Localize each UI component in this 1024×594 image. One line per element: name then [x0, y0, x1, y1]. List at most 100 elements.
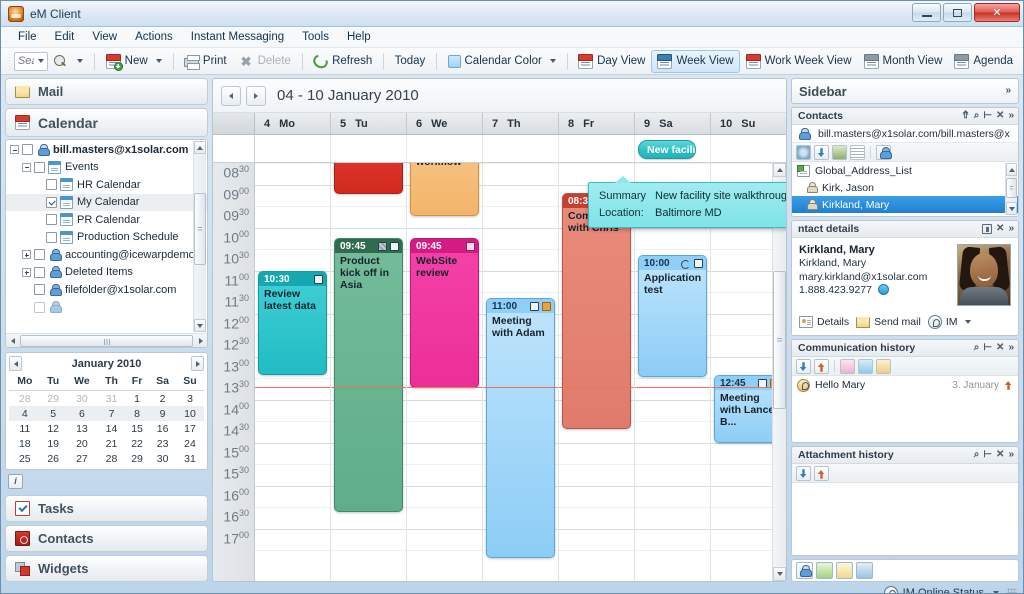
all-day-cell-sun[interactable]	[711, 135, 786, 162]
scroll-up-arrow-icon[interactable]	[1006, 163, 1017, 176]
close-icon[interactable]: ✕	[996, 111, 1004, 121]
mini-calendar-week-row[interactable]: 25 26 27 28 29 30 31	[9, 451, 204, 466]
all-day-cell-sat[interactable]: New facili...	[635, 135, 711, 162]
day-header-sun[interactable]: 10 Su	[711, 113, 786, 134]
new-chevron-down-icon[interactable]	[155, 59, 162, 63]
collapse-expander-icon[interactable]	[22, 162, 31, 172]
mini-calendar-week-row[interactable]: 28 29 30 31 1 2 3	[9, 391, 204, 407]
toolbar-grip[interactable]	[9, 52, 10, 70]
expand-expander-icon[interactable]	[22, 267, 31, 277]
mini-calendar-day[interactable]: 27	[66, 451, 98, 466]
all-day-cell-mon[interactable]	[255, 135, 331, 162]
calendar-color-button[interactable]: Calendar Color	[442, 51, 562, 72]
tree-checkbox[interactable]	[34, 284, 45, 296]
calendar-event[interactable]: 08:30Communication with Chris	[562, 193, 631, 429]
scroll-right-arrow-icon[interactable]	[194, 335, 207, 347]
mini-calendar-day[interactable]: 25	[9, 451, 41, 466]
nav-section-contacts[interactable]: Contacts	[5, 525, 208, 552]
contact-list-item-kirk-jason[interactable]: Kirk, Jason	[792, 179, 1018, 196]
close-icon[interactable]: ✕	[996, 343, 1004, 353]
menu-item-tools[interactable]: Tools	[293, 29, 338, 45]
list-icon[interactable]	[850, 144, 865, 160]
calendar-event[interactable]: Check my workflow	[410, 163, 479, 216]
scroll-down-arrow-icon[interactable]	[773, 567, 786, 581]
scroll-down-arrow-icon[interactable]	[194, 319, 206, 332]
tree-checkbox[interactable]	[34, 301, 45, 313]
print-button[interactable]: Print	[178, 51, 233, 71]
online-contacts-icon[interactable]	[816, 562, 833, 579]
skype-icon[interactable]	[877, 284, 889, 295]
day-header-tue[interactable]: 5 Tu	[331, 113, 407, 134]
im-sidebar-icon[interactable]	[836, 562, 853, 579]
im-online-status-label[interactable]: IM Online Status	[903, 587, 984, 593]
tree-item-partial[interactable]	[6, 299, 207, 317]
tree-item-production-schedule[interactable]: Production Schedule	[6, 229, 207, 247]
day-header-mon[interactable]: 4 Mo	[255, 113, 331, 134]
expand-icon[interactable]: »	[1008, 224, 1014, 234]
all-day-cell-thu[interactable]	[483, 135, 559, 162]
folder-tree-vertical-scrollbar[interactable]	[193, 141, 206, 332]
incoming-filter-icon[interactable]	[796, 358, 811, 374]
day-column-mon[interactable]: 10:30 Review latest data	[255, 163, 331, 581]
minimize-button[interactable]	[912, 3, 941, 22]
mini-calendar-day[interactable]: 20	[66, 436, 98, 451]
expand-icon[interactable]: »	[1008, 450, 1014, 460]
tree-item-events[interactable]: Events	[6, 159, 207, 177]
calendar-event[interactable]: 09:45 Product kick off in Asia	[334, 238, 403, 512]
scrollbar-thumb[interactable]	[1006, 178, 1017, 198]
contacts-list-scrollbar[interactable]	[1005, 163, 1017, 215]
menu-item-edit[interactable]: Edit	[46, 29, 84, 45]
agenda-button[interactable]: Agenda	[948, 50, 1019, 73]
attachment-filter-icon[interactable]	[858, 358, 873, 374]
expand-icon[interactable]: »	[1008, 111, 1014, 121]
im-button[interactable]: IM	[927, 315, 972, 329]
new-button[interactable]: New	[100, 50, 168, 73]
mini-calendar-day[interactable]: 5	[40, 406, 66, 421]
close-icon[interactable]: ✕	[996, 450, 1004, 460]
history-sidebar-icon[interactable]	[856, 562, 873, 579]
month-view-button[interactable]: Month View	[858, 50, 949, 73]
im-status-icon[interactable]	[883, 586, 898, 593]
scrollbar-thumb[interactable]	[773, 271, 786, 409]
mini-calendar-prev-button[interactable]	[9, 356, 22, 371]
search-options-chevron-down-icon[interactable]	[77, 59, 84, 63]
pin-icon[interactable]: ⊢	[983, 450, 992, 460]
all-day-cell-tue[interactable]	[331, 135, 407, 162]
view-contact-icon[interactable]	[796, 144, 811, 160]
mini-calendar-day[interactable]: 22	[125, 436, 149, 451]
scroll-up-arrow-icon[interactable]	[194, 141, 206, 154]
work-week-view-button[interactable]: Work Week View	[740, 50, 858, 73]
tree-item-deleted-items[interactable]: Deleted Items	[6, 264, 207, 282]
pin-icon[interactable]: ⊢	[983, 343, 992, 353]
day-column-thu[interactable]: 11:00 Meeting with Adam	[483, 163, 559, 581]
event-filter-icon[interactable]	[876, 358, 891, 374]
maximize-button[interactable]	[943, 3, 972, 22]
day-column-tue[interactable]: coffee 09:45 Product kick off in Asia	[331, 163, 407, 581]
calendar-event[interactable]: coffee	[334, 163, 403, 194]
send-mail-button[interactable]: Send mail	[856, 316, 921, 328]
nav-section-calendar[interactable]: Calendar	[5, 108, 208, 137]
calendar-event[interactable]: 11:00 Meeting with Adam	[486, 298, 555, 558]
mini-calendar-day[interactable]: 29	[125, 451, 149, 466]
tree-item-my-calendar[interactable]: My Calendar	[6, 193, 207, 211]
mini-calendar-day[interactable]: 12	[41, 421, 66, 436]
calendar-event[interactable]: 10:00 Application test	[638, 255, 707, 377]
mini-calendar-day[interactable]: 11	[9, 421, 41, 436]
export-icon[interactable]: ⇮	[961, 111, 969, 121]
info-icon[interactable]: i	[8, 473, 23, 489]
mini-calendar-day[interactable]: 8	[124, 406, 150, 421]
tree-checkbox[interactable]	[46, 196, 57, 208]
day-header-sat[interactable]: 9 Sa	[635, 113, 711, 134]
mini-calendar-day[interactable]: 29	[41, 391, 66, 407]
scroll-up-arrow-icon[interactable]	[773, 163, 786, 177]
mini-calendar-day[interactable]: 15	[125, 421, 149, 436]
scrollbar-thumb[interactable]	[194, 193, 206, 265]
tree-item-account[interactable]: bill.masters@x1solar.com	[6, 141, 207, 159]
mini-calendar-week-row[interactable]: 4 5 6 7 8 9 10	[9, 406, 204, 421]
pin-icon[interactable]	[982, 224, 993, 234]
search-button[interactable]	[48, 51, 89, 72]
mini-calendar-day[interactable]: 14	[98, 421, 125, 436]
menu-item-actions[interactable]: Actions	[126, 29, 182, 45]
chat-filter-icon[interactable]	[840, 358, 855, 374]
previous-week-button[interactable]	[221, 85, 241, 106]
